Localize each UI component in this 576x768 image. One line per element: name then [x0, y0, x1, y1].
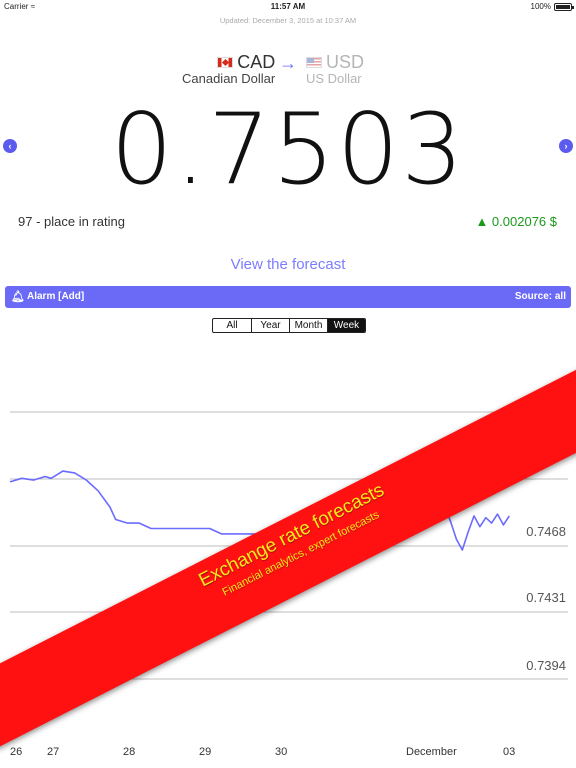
to-currency[interactable]: USD US Dollar — [306, 52, 364, 86]
y-tick-label: 0.7468 — [526, 524, 566, 539]
range-selector: All Year Month Week — [212, 318, 366, 333]
x-tick-label: 30 — [275, 746, 287, 758]
bell-icon: 🔔︎ — [11, 291, 25, 303]
range-week-button[interactable]: Week — [327, 319, 365, 332]
x-tick-label: 27 — [47, 746, 59, 758]
updated-timestamp: Updated: December 3, 2015 at 10:37 AM — [219, 16, 357, 25]
rate-change: ▲ 0.002076 $ — [475, 214, 557, 229]
y-tick-label: 0.7394 — [526, 658, 566, 673]
from-currency-code: CAD — [237, 52, 276, 72]
rating-label: 97 - place in rating — [18, 214, 125, 229]
range-all-button[interactable]: All — [213, 319, 251, 332]
status-time: 11:57 AM — [270, 2, 306, 11]
x-tick-label: 03 — [503, 746, 515, 758]
from-currency-name: Canadian Dollar — [182, 71, 276, 86]
to-currency-name: US Dollar — [306, 71, 362, 86]
exchange-rate-value: 0.7503 — [110, 93, 466, 207]
alarm-bar[interactable]: 🔔︎ Alarm [Add] Source: all — [5, 286, 571, 308]
source-selector[interactable]: Source: all — [515, 291, 566, 302]
x-tick-label: 26 — [10, 746, 22, 758]
x-tick-label: 29 — [199, 746, 211, 758]
swap-arrow-icon[interactable]: → — [279, 53, 297, 74]
range-month-button[interactable]: Month — [289, 319, 327, 332]
view-forecast-link[interactable]: View the forecast — [0, 256, 576, 273]
x-tick-label: 28 — [123, 746, 135, 758]
battery-percent: 100% — [530, 2, 551, 11]
from-currency[interactable]: CAD Canadian Dollar — [182, 52, 275, 86]
x-tick-label: December — [406, 746, 457, 758]
battery-indicator: 100% — [530, 2, 574, 11]
currency-pair: CAD Canadian Dollar → USD US Dollar — [0, 52, 576, 86]
battery-icon — [554, 2, 574, 11]
status-bar: Carrier ≈ 11:57 AM 100% — [0, 0, 576, 12]
alarm-add-button[interactable]: Alarm [Add] — [27, 291, 84, 302]
y-tick-label: 0.7431 — [526, 590, 566, 605]
to-currency-code: USD — [326, 52, 365, 72]
range-year-button[interactable]: Year — [251, 319, 289, 332]
us-flag-icon — [306, 56, 322, 68]
canada-flag-icon — [217, 56, 234, 68]
